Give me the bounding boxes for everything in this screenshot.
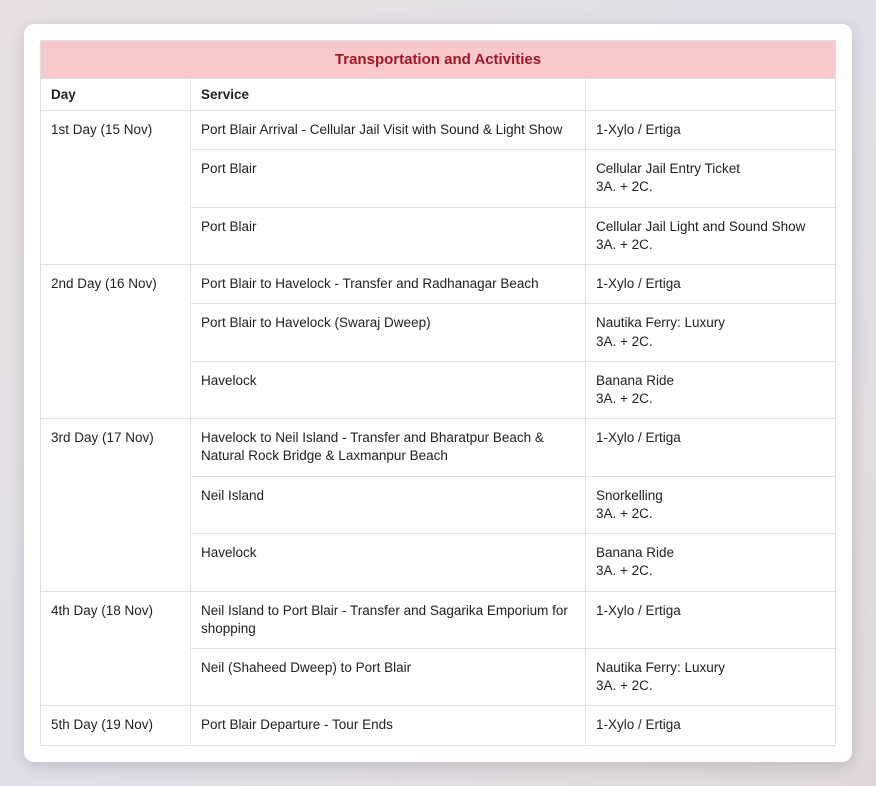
- service-cell: Port Blair to Havelock (Swaraj Dweep): [191, 304, 586, 361]
- detail-cell: Banana Ride3A. + 2C.: [586, 361, 836, 418]
- detail-text: Snorkelling: [596, 487, 825, 505]
- detail-cell: Nautika Ferry: Luxury3A. + 2C.: [586, 304, 836, 361]
- itinerary-card: Transportation and Activities Day Servic…: [24, 24, 852, 762]
- detail-sub: 3A. + 2C.: [596, 333, 825, 351]
- day-cell: 3rd Day (17 Nov): [41, 419, 191, 591]
- detail-text: Nautika Ferry: Luxury: [596, 314, 825, 332]
- table-row: 2nd Day (16 Nov)Port Blair to Havelock -…: [41, 265, 836, 304]
- detail-sub: 3A. + 2C.: [596, 390, 825, 408]
- detail-cell: Cellular Jail Light and Sound Show3A. + …: [586, 207, 836, 264]
- table-header-row: Day Service: [41, 79, 836, 111]
- service-cell: Port Blair to Havelock - Transfer and Ra…: [191, 265, 586, 304]
- detail-text: 1-Xylo / Ertiga: [596, 716, 825, 734]
- detail-text: Cellular Jail Light and Sound Show: [596, 218, 825, 236]
- service-cell: Port Blair Arrival - Cellular Jail Visit…: [191, 111, 586, 150]
- table-row: 1st Day (15 Nov)Port Blair Arrival - Cel…: [41, 111, 836, 150]
- day-cell: 2nd Day (16 Nov): [41, 265, 191, 419]
- header-service: Service: [191, 79, 586, 111]
- table-title: Transportation and Activities: [40, 40, 836, 78]
- service-cell: Port Blair: [191, 150, 586, 207]
- detail-text: 1-Xylo / Ertiga: [596, 429, 825, 447]
- detail-cell: 1-Xylo / Ertiga: [586, 591, 836, 648]
- detail-text: 1-Xylo / Ertiga: [596, 602, 825, 620]
- header-detail: [586, 79, 836, 111]
- detail-sub: 3A. + 2C.: [596, 505, 825, 523]
- itinerary-table: Day Service 1st Day (15 Nov)Port Blair A…: [40, 78, 836, 746]
- day-cell: 5th Day (19 Nov): [41, 706, 191, 745]
- detail-cell: 1-Xylo / Ertiga: [586, 706, 836, 745]
- service-cell: Port Blair: [191, 207, 586, 264]
- table-row: 3rd Day (17 Nov)Havelock to Neil Island …: [41, 419, 836, 476]
- detail-cell: 1-Xylo / Ertiga: [586, 265, 836, 304]
- service-cell: Neil Island: [191, 476, 586, 533]
- service-cell: Havelock to Neil Island - Transfer and B…: [191, 419, 586, 476]
- table-row: 4th Day (18 Nov)Neil Island to Port Blai…: [41, 591, 836, 648]
- detail-cell: Cellular Jail Entry Ticket3A. + 2C.: [586, 150, 836, 207]
- detail-sub: 3A. + 2C.: [596, 677, 825, 695]
- service-cell: Port Blair Departure - Tour Ends: [191, 706, 586, 745]
- service-cell: Havelock: [191, 361, 586, 418]
- detail-cell: Snorkelling3A. + 2C.: [586, 476, 836, 533]
- detail-cell: Nautika Ferry: Luxury3A. + 2C.: [586, 648, 836, 705]
- detail-cell: 1-Xylo / Ertiga: [586, 111, 836, 150]
- detail-sub: 3A. + 2C.: [596, 236, 825, 254]
- detail-sub: 3A. + 2C.: [596, 178, 825, 196]
- day-cell: 4th Day (18 Nov): [41, 591, 191, 706]
- table-row: 5th Day (19 Nov)Port Blair Departure - T…: [41, 706, 836, 745]
- detail-cell: Banana Ride3A. + 2C.: [586, 534, 836, 591]
- detail-text: Banana Ride: [596, 372, 825, 390]
- service-cell: Havelock: [191, 534, 586, 591]
- detail-text: 1-Xylo / Ertiga: [596, 121, 825, 139]
- header-day: Day: [41, 79, 191, 111]
- detail-text: 1-Xylo / Ertiga: [596, 275, 825, 293]
- detail-text: Cellular Jail Entry Ticket: [596, 160, 825, 178]
- detail-text: Nautika Ferry: Luxury: [596, 659, 825, 677]
- detail-text: Banana Ride: [596, 544, 825, 562]
- detail-sub: 3A. + 2C.: [596, 562, 825, 580]
- service-cell: Neil Island to Port Blair - Transfer and…: [191, 591, 586, 648]
- day-cell: 1st Day (15 Nov): [41, 111, 191, 265]
- detail-cell: 1-Xylo / Ertiga: [586, 419, 836, 476]
- service-cell: Neil (Shaheed Dweep) to Port Blair: [191, 648, 586, 705]
